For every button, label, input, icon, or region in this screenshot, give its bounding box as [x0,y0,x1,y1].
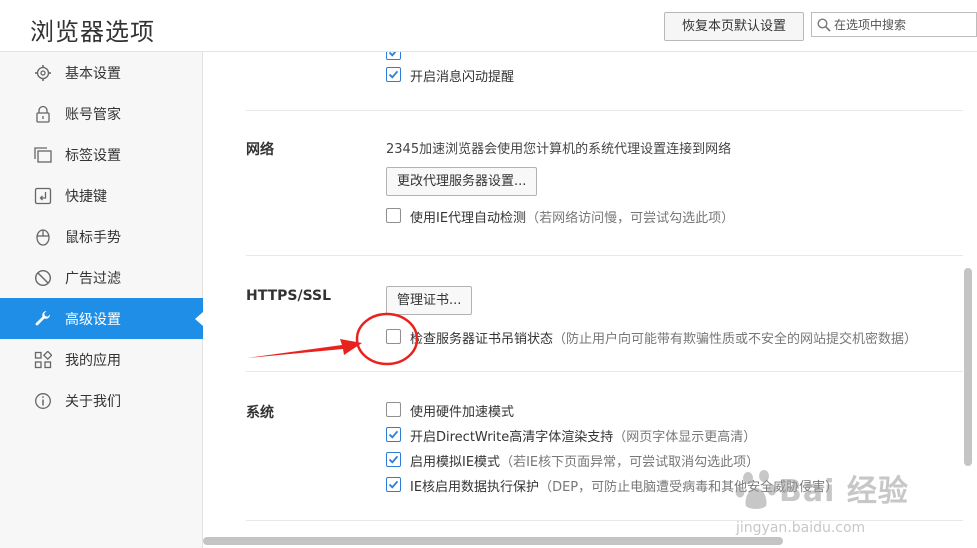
horizontal-scrollbar[interactable] [203,537,783,545]
wrench-icon [35,310,51,326]
paw-logo-icon [735,470,777,509]
ie-emulation-label: 启用模拟IE模式（若IE核下页面异常，可尝试取消勾选此项） [410,455,760,470]
sidebar-item-label: 关于我们 [65,394,121,410]
sidebar-item-label: 我的应用 [65,353,121,369]
checkmark-icon [388,52,397,57]
keyboard-key-icon [34,187,52,205]
sidebar-item-shortcuts[interactable]: 快捷键 [0,175,203,216]
search-icon [817,18,831,32]
sidebar-item-label: 基本设置 [65,66,121,82]
checkmark-icon [388,430,399,439]
section-label-system: 系统 [246,405,274,421]
vertical-scrollbar[interactable] [964,268,972,466]
tabs-icon [34,147,52,163]
manage-certificates-button[interactable]: 管理证书... [386,286,473,315]
sidebar-item-tab-settings[interactable]: 标签设置 [0,134,203,175]
sidebar-item-mouse-gestures[interactable]: 鼠标手势 [0,216,203,257]
hardware-accel-checkbox[interactable] [386,402,401,417]
restore-defaults-button[interactable]: 恢复本页默认设置 [664,12,804,41]
cert-revocation-checkbox[interactable] [386,329,401,344]
search-input[interactable] [834,15,974,34]
checkmark-icon [388,455,399,464]
baidu-jingyan-watermark: Bai 经验 jingyan.baidu.com [734,466,924,546]
sidebar-item-about-us[interactable]: 关于我们 [0,380,203,421]
message-flash-checkbox[interactable] [386,67,401,82]
directwrite-checkbox[interactable] [386,427,401,442]
watermark-url: jingyan.baidu.com [736,520,866,536]
sidebar-item-account-manager[interactable]: 账号管家 [0,93,203,134]
watermark-brand: Bai 经验 [779,474,909,509]
mouse-icon [36,229,50,246]
browser-options-window: 浏览器选项 恢复本页默认设置 基本设置 账号管家 [0,0,977,548]
info-icon [35,393,51,409]
hardware-accel-label: 使用硬件加速模式 [410,405,515,420]
ie-emulation-checkbox[interactable] [386,452,401,467]
settings-content: 开启消息闪动提醒 网络 2345加速浏览器会使用您计算机的系统代理设置连接到网络… [203,52,963,536]
ie-proxy-note: （若网络访问慢，可尝试勾选此项） [526,211,735,226]
sidebar-item-label: 快捷键 [65,189,107,205]
checkmark-icon [388,480,399,489]
gear-icon [35,65,51,81]
sidebar-item-label: 广告过滤 [65,271,121,287]
message-flash-label: 开启消息闪动提醒 [410,70,515,85]
ie-proxy-auto-detect-checkbox[interactable] [386,208,401,223]
cert-revocation-label: 检查服务器证书吊销状态（防止用户向可能带有欺骗性质或不安全的网站提交机密数据） [410,332,918,347]
sidebar-item-ad-filter[interactable]: 广告过滤 [0,257,203,298]
ie-emulation-note: （若IE核下页面异常，可尝试取消勾选此项） [500,455,760,470]
dep-checkbox[interactable] [386,477,401,492]
sidebar-item-basic-settings[interactable]: 基本设置 [0,52,203,93]
change-proxy-button[interactable]: 更改代理服务器设置... [386,167,538,196]
section-label-network: 网络 [246,142,274,158]
network-description: 2345加速浏览器会使用您计算机的系统代理设置连接到网络 [386,142,732,157]
sidebar-item-label: 账号管家 [65,107,121,123]
checkmark-icon [388,70,399,79]
header: 浏览器选项 恢复本页默认设置 [0,0,977,52]
lock-icon [36,105,50,123]
sidebar-item-my-apps[interactable]: 我的应用 [0,339,203,380]
ie-proxy-label: 使用IE代理自动检测（若网络访问慢，可尝试勾选此项） [410,211,735,226]
page-title: 浏览器选项 [30,18,155,46]
sidebar-item-advanced-settings[interactable]: 高级设置 [0,298,203,339]
sidebar-item-label: 标签设置 [65,148,121,164]
sidebar-item-label: 高级设置 [65,312,121,328]
directwrite-label: 开启DirectWrite高清字体渲染支持（网页字体显示更高清） [410,430,757,445]
sidebar-item-label: 鼠标手势 [65,230,121,246]
divider [246,255,963,256]
section-label-https-ssl: HTTPS/SSL [246,288,332,304]
search-box[interactable] [811,12,977,37]
checkbox[interactable] [386,52,401,60]
apps-grid-icon [34,351,52,369]
divider [246,110,963,111]
cert-revocation-note: （防止用户向可能带有欺骗性质或不安全的网站提交机密数据） [553,332,918,347]
sidebar: 基本设置 账号管家 标签设置 快捷键 鼠标手势 广告过滤 高级设置 我的应用 关… [0,52,203,548]
divider [246,371,963,372]
block-icon [34,269,52,287]
directwrite-note: （网页字体显示更高清） [613,430,757,445]
